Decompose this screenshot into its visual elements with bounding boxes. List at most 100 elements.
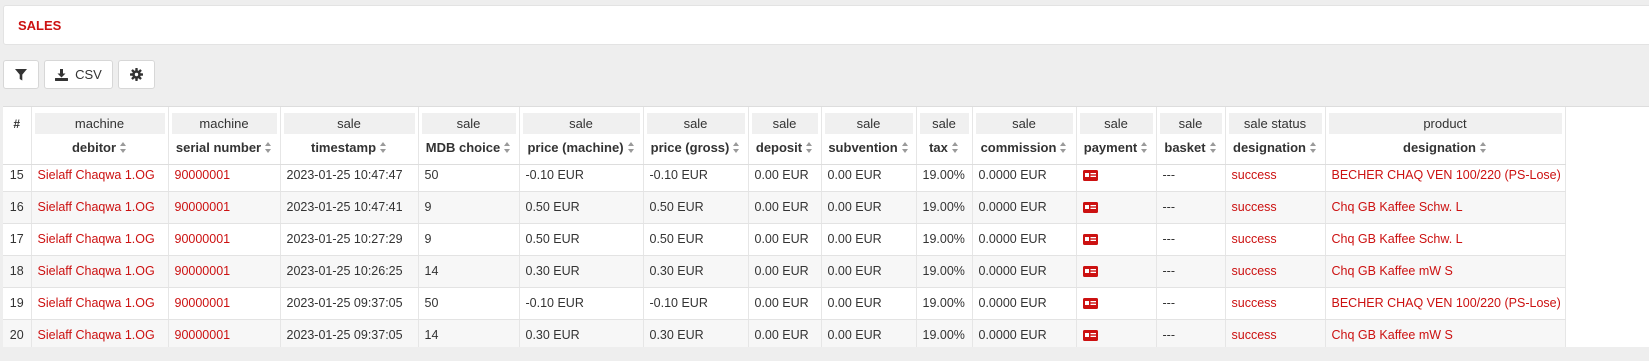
payment-cell <box>1076 319 1157 347</box>
settings-button[interactable] <box>118 60 155 89</box>
subvention-cell: 0.00 EUR <box>821 255 917 288</box>
mdb-choice-cell: 9 <box>418 191 520 224</box>
serial-number-link[interactable]: 90000001 <box>168 287 281 320</box>
column-header-label: commission <box>980 140 1057 155</box>
price-machine-cell: 0.30 EUR <box>519 255 644 288</box>
product-link[interactable]: BECHER CHAQ VEN 100/220 (PS-Lose) <box>1325 287 1566 320</box>
column-header-product[interactable]: product designation <box>1325 107 1566 164</box>
column-header-sale-status[interactable]: sale status designation <box>1225 107 1326 164</box>
column-header-commission[interactable]: sale commission <box>972 107 1077 164</box>
sort-icon[interactable] <box>504 142 511 154</box>
serial-number-link[interactable]: 90000001 <box>168 191 281 224</box>
row-number: 20 <box>3 319 32 347</box>
column-header-subvention[interactable]: sale subvention <box>821 107 917 164</box>
column-header-payment[interactable]: sale payment <box>1076 107 1157 164</box>
sort-icon[interactable] <box>951 142 959 154</box>
commission-cell: 0.0000 EUR <box>972 191 1077 224</box>
column-header-debitor[interactable]: machine debitor <box>31 107 169 164</box>
column-header-tax[interactable]: sale tax <box>916 107 973 164</box>
sale-status-link[interactable]: success <box>1225 255 1326 288</box>
sale-status-link[interactable]: success <box>1225 287 1326 320</box>
sort-icon[interactable] <box>1141 142 1148 154</box>
card-payment-icon <box>1082 330 1098 342</box>
column-header-label: payment <box>1083 140 1138 155</box>
row-number: 18 <box>3 255 32 288</box>
sort-icon[interactable] <box>380 142 387 154</box>
column-header-mdb-choice[interactable]: sale MDB choice <box>418 107 520 164</box>
sales-table: 15 Sielaff Chaqwa 1.OG 90000001 2023-01-… <box>3 106 1649 347</box>
product-link[interactable]: Chq GB Kaffee mW S <box>1325 319 1566 347</box>
price-machine-cell: 0.30 EUR <box>519 319 644 347</box>
card-payment-icon <box>1082 266 1098 278</box>
basket-cell: --- <box>1156 255 1226 288</box>
tax-cell: 19.00% <box>916 287 973 320</box>
sort-icon[interactable] <box>120 142 127 154</box>
page-title: SALES <box>18 18 62 33</box>
sales-table-header: # machine debitor machine serial number … <box>3 107 1566 164</box>
column-header-label: price (gross) <box>650 140 730 155</box>
row-number: 16 <box>3 191 32 224</box>
sort-icon[interactable] <box>1309 142 1317 154</box>
column-header-basket[interactable]: sale basket <box>1156 107 1226 164</box>
payment-cell <box>1076 191 1157 224</box>
table-row[interactable]: 17 Sielaff Chaqwa 1.OG 90000001 2023-01-… <box>3 223 1566 256</box>
toolbar: CSV <box>3 60 155 90</box>
debitor-link[interactable]: Sielaff Chaqwa 1.OG <box>31 287 169 320</box>
sort-icon[interactable] <box>733 142 740 154</box>
csv-export-button[interactable]: CSV <box>44 60 113 89</box>
card-payment-icon <box>1082 202 1098 214</box>
gear-icon <box>130 68 143 81</box>
sort-icon[interactable] <box>806 142 813 154</box>
product-link[interactable]: Chq GB Kaffee mW S <box>1325 255 1566 288</box>
column-header-serial-number[interactable]: machine serial number <box>168 107 281 164</box>
product-link[interactable]: Chq GB Kaffee Schw. L <box>1325 223 1566 256</box>
mdb-choice-cell: 50 <box>418 287 520 320</box>
page-title-bar: SALES <box>3 5 1649 45</box>
sale-status-link[interactable]: success <box>1225 223 1326 256</box>
payment-cell <box>1076 287 1157 320</box>
column-header-label: MDB choice <box>425 140 501 155</box>
sort-icon[interactable] <box>265 142 272 154</box>
filter-button[interactable] <box>3 60 39 89</box>
deposit-cell: 0.00 EUR <box>748 319 822 347</box>
column-header-deposit[interactable]: sale deposit <box>748 107 822 164</box>
column-header-price-gross[interactable]: sale price (gross) <box>643 107 749 164</box>
subvention-cell: 0.00 EUR <box>821 191 917 224</box>
debitor-link[interactable]: Sielaff Chaqwa 1.OG <box>31 319 169 347</box>
sort-icon[interactable] <box>901 142 909 154</box>
product-link[interactable]: Chq GB Kaffee Schw. L <box>1325 191 1566 224</box>
sort-icon[interactable] <box>1060 142 1067 154</box>
price-machine-cell: -0.10 EUR <box>519 287 644 320</box>
commission-cell: 0.0000 EUR <box>972 255 1077 288</box>
serial-number-link[interactable]: 90000001 <box>168 319 281 347</box>
sort-icon[interactable] <box>627 142 635 154</box>
timestamp-cell: 2023-01-25 10:26:25 <box>280 255 419 288</box>
column-header-label: basket <box>1164 140 1206 155</box>
table-row[interactable]: 19 Sielaff Chaqwa 1.OG 90000001 2023-01-… <box>3 287 1566 320</box>
column-group-label: sale <box>1159 113 1222 134</box>
column-group-label: sale <box>751 113 818 134</box>
subvention-cell: 0.00 EUR <box>821 319 917 347</box>
sale-status-link[interactable]: success <box>1225 319 1326 347</box>
sort-icon[interactable] <box>1209 142 1217 154</box>
subvention-cell: 0.00 EUR <box>821 287 917 320</box>
column-header-price-machine[interactable]: sale price (machine) <box>519 107 644 164</box>
column-header-label: designation <box>1233 140 1306 155</box>
column-header-timestamp[interactable]: sale timestamp <box>280 107 419 164</box>
sort-icon[interactable] <box>1479 142 1487 154</box>
commission-cell: 0.0000 EUR <box>972 287 1077 320</box>
payment-cell <box>1076 255 1157 288</box>
debitor-link[interactable]: Sielaff Chaqwa 1.OG <box>31 255 169 288</box>
price-machine-cell: 0.50 EUR <box>519 223 644 256</box>
sale-status-link[interactable]: success <box>1225 191 1326 224</box>
column-group-label: sale <box>283 113 415 134</box>
table-row[interactable]: 18 Sielaff Chaqwa 1.OG 90000001 2023-01-… <box>3 255 1566 288</box>
table-row[interactable]: 20 Sielaff Chaqwa 1.OG 90000001 2023-01-… <box>3 319 1566 347</box>
column-header-label: debitor <box>71 140 117 155</box>
serial-number-link[interactable]: 90000001 <box>168 223 281 256</box>
debitor-link[interactable]: Sielaff Chaqwa 1.OG <box>31 223 169 256</box>
debitor-link[interactable]: Sielaff Chaqwa 1.OG <box>31 191 169 224</box>
basket-cell: --- <box>1156 223 1226 256</box>
serial-number-link[interactable]: 90000001 <box>168 255 281 288</box>
table-row[interactable]: 16 Sielaff Chaqwa 1.OG 90000001 2023-01-… <box>3 191 1566 224</box>
